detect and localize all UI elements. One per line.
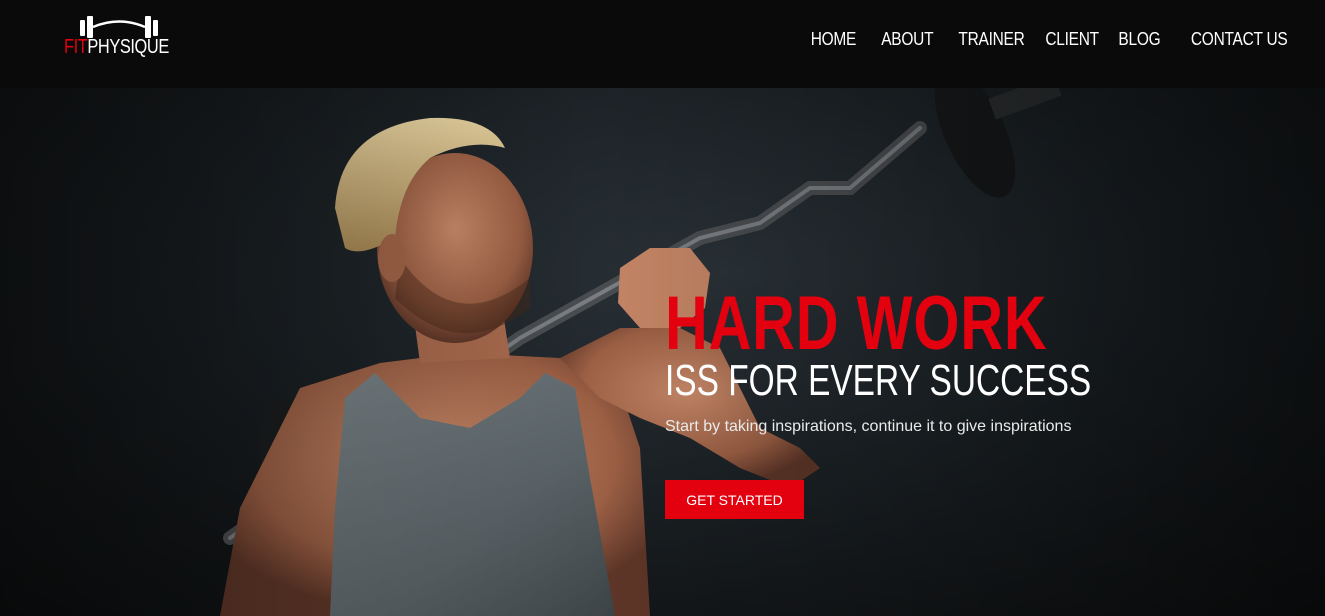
nav-contact-us[interactable]: CONTACT US	[1191, 29, 1288, 50]
logo-text: FITPHYSIQUE	[64, 36, 169, 59]
get-started-button[interactable]: GET STARTED	[665, 480, 804, 519]
nav-trainer[interactable]: TRAINER	[958, 29, 1024, 50]
hero-subheadline: ISS FOR EVERY SUCCESS	[665, 356, 1092, 405]
hero-headline: HARD WORK	[665, 281, 1048, 366]
logo[interactable]: FITPHYSIQUE	[64, 14, 174, 64]
nav-home[interactable]: HOME	[811, 29, 857, 50]
nav-about[interactable]: ABOUT	[881, 29, 933, 50]
logo-physique-text: PHYSIQUE	[87, 36, 169, 58]
nav-client[interactable]: CLIENT	[1045, 29, 1099, 50]
nav-blog[interactable]: BLOG	[1118, 29, 1160, 50]
hero-tagline: Start by taking inspirations, continue i…	[665, 418, 1072, 435]
hero-section: HARD WORK ISS FOR EVERY SUCCESS Start by…	[0, 88, 1325, 616]
navbar: FITPHYSIQUE HOME ABOUT TRAINER CLIENT BL…	[0, 0, 1325, 88]
hero-content: HARD WORK ISS FOR EVERY SUCCESS Start by…	[665, 281, 1225, 519]
logo-fit-text: FIT	[64, 36, 88, 58]
